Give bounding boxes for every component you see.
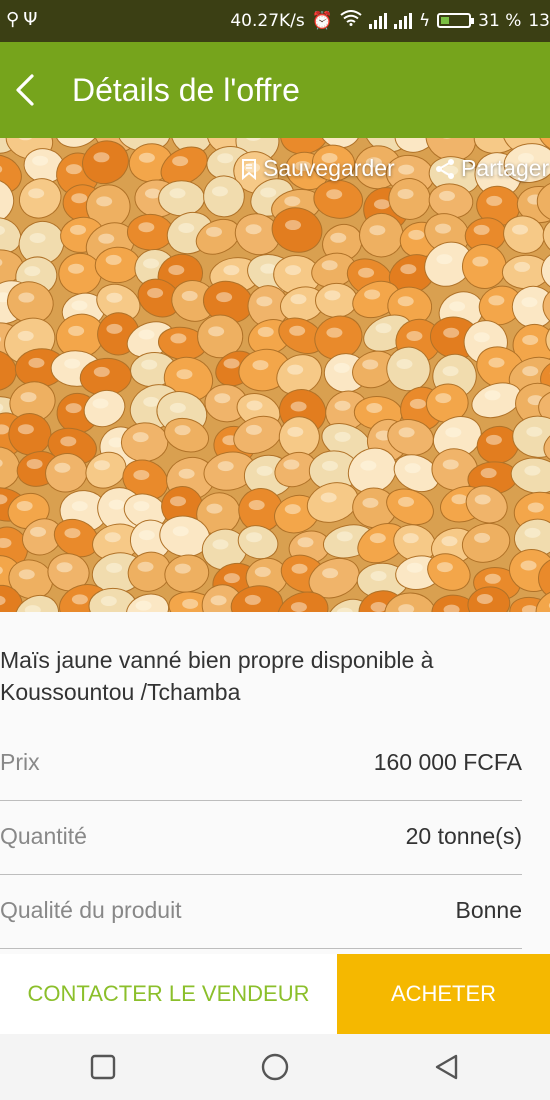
clock: 13 [528, 10, 550, 31]
circle-icon [261, 1053, 289, 1081]
network-speed: 40.27K/s [230, 10, 305, 31]
notification-icons: ⚲Ψ [6, 9, 41, 30]
corn-kernels-image [0, 138, 550, 612]
bookmark-icon [242, 158, 256, 180]
product-image: Sauvegarder Partager [0, 138, 550, 612]
usb-icon: ⚲ [6, 9, 24, 30]
action-bar: CONTACTER LE VENDEUR ACHETER [0, 954, 550, 1034]
detail-row-price: Prix 160 000 FCFA [0, 726, 522, 801]
page-title: Détails de l'offre [72, 72, 300, 108]
price-value: 160 000 FCFA [373, 749, 522, 775]
recent-apps-button[interactable] [88, 1052, 118, 1082]
detail-row-quantity: Quantité 20 tonne(s) [0, 800, 522, 875]
buy-button[interactable]: ACHETER [337, 954, 550, 1034]
detail-row-quality: Qualité du produit Bonne [0, 874, 522, 949]
system-nav-bar [0, 1034, 550, 1100]
share-label: Partager [461, 155, 550, 181]
signal-icon [393, 12, 412, 29]
battery-icon [437, 13, 475, 28]
offer-description: Maïs jaune vanné bien propre disponible … [0, 647, 434, 705]
price-label: Prix [0, 749, 40, 775]
alarm-icon: ⏰ [311, 10, 333, 31]
charging-icon: ϟ [418, 10, 431, 31]
share-icon [436, 158, 454, 179]
signal-icon [368, 12, 387, 29]
offer-details: Maïs jaune vanné bien propre disponible … [0, 612, 550, 954]
battery-percent: 31 % [478, 10, 522, 31]
square-icon [90, 1054, 116, 1080]
quantity-label: Quantité [0, 823, 87, 849]
battery-level-fill [441, 17, 450, 24]
status-right: 40.27K/s ⏰ ϟ 31 % 13 [230, 10, 550, 31]
status-bar: ⚲Ψ 40.27K/s ⏰ ϟ 31 % 13 [0, 0, 550, 42]
share-button[interactable]: Partager [434, 155, 549, 182]
contact-seller-button[interactable]: CONTACTER LE VENDEUR [0, 954, 337, 1034]
home-button[interactable] [260, 1052, 290, 1082]
wifi-icon [340, 10, 362, 31]
chevron-left-icon [16, 74, 34, 106]
back-button[interactable] [6, 68, 46, 112]
back-nav-button[interactable] [432, 1052, 462, 1082]
save-label: Sauvegarder [263, 155, 395, 181]
quantity-value: 20 tonne(s) [405, 823, 522, 849]
quality-label: Qualité du produit [0, 897, 182, 923]
app-bar: Détails de l'offre [0, 42, 550, 138]
triangle-back-icon [435, 1054, 458, 1080]
quality-value: Bonne [455, 897, 522, 923]
usb-icon: Ψ [23, 9, 42, 30]
save-button[interactable]: Sauvegarder [240, 155, 395, 182]
